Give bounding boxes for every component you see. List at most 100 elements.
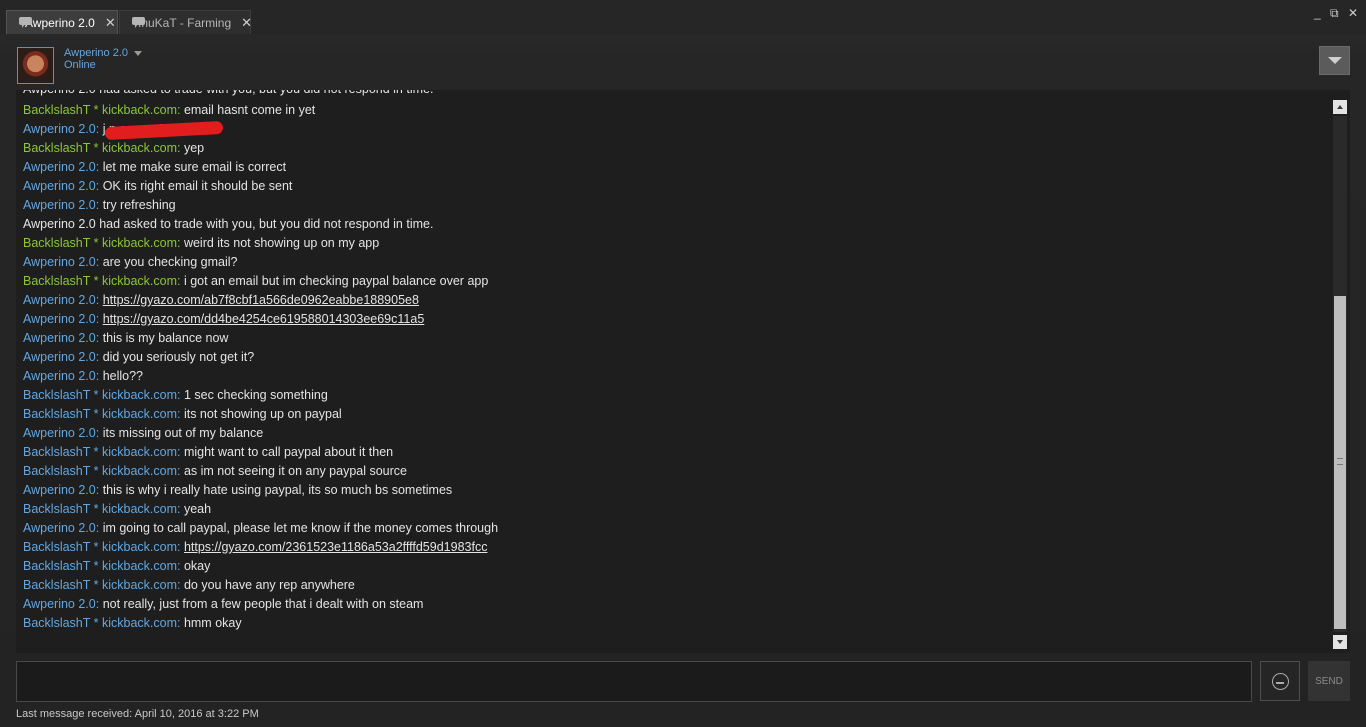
chat-message: Awperino 2.0: this is my balance now bbox=[23, 329, 228, 348]
message-text: do you have any rep anywhere bbox=[180, 578, 355, 592]
sender-name[interactable]: Awperino 2.0: bbox=[23, 426, 99, 440]
sender-name-suffix[interactable]: kickback.com: bbox=[102, 103, 181, 117]
sender-name[interactable]: Awperino 2.0: bbox=[23, 293, 99, 307]
chat-message: Awperino 2.0: im going to call paypal, p… bbox=[23, 519, 498, 538]
message-text: as im not seeing it on any paypal source bbox=[180, 464, 407, 478]
sender-name[interactable]: BacklslashT * bbox=[23, 388, 102, 402]
sender-name[interactable]: BacklslashT * bbox=[23, 540, 102, 554]
chat-message: Awperino 2.0: OK its right email it shou… bbox=[23, 177, 292, 196]
tab-awperino[interactable]: Awperino 2.0 ✕ bbox=[6, 10, 118, 34]
persona-name-label: Awperino 2.0 bbox=[64, 47, 129, 59]
sender-name[interactable]: Awperino 2.0: bbox=[23, 179, 99, 193]
sender-name[interactable]: BacklslashT * bbox=[23, 141, 102, 155]
chat-message: BacklslashT * kickback.com: as im not se… bbox=[23, 462, 407, 481]
last-message-timestamp: Last message received: April 10, 2016 at… bbox=[16, 708, 259, 720]
sender-name-suffix[interactable]: kickback.com: bbox=[102, 407, 181, 421]
chevron-down-icon bbox=[1327, 57, 1342, 64]
sender-name[interactable]: Awperino 2.0: bbox=[23, 312, 99, 326]
sender-name[interactable]: BacklslashT * bbox=[23, 559, 102, 573]
sender-name[interactable]: Awperino 2.0: bbox=[23, 369, 99, 383]
sender-name-suffix[interactable]: kickback.com: bbox=[102, 388, 181, 402]
sender-name-suffix[interactable]: kickback.com: bbox=[102, 578, 181, 592]
message-text: email hasnt come in yet bbox=[180, 103, 316, 117]
chevron-down-icon[interactable] bbox=[134, 50, 143, 56]
message-text: its missing out of my balance bbox=[99, 426, 264, 440]
sender-name[interactable]: BacklslashT * bbox=[23, 236, 102, 250]
message-text: try refreshing bbox=[99, 198, 176, 212]
chat-message: Awperino 2.0: try refreshing bbox=[23, 196, 176, 215]
sender-name[interactable]: BacklslashT * bbox=[23, 578, 102, 592]
message-text: did you seriously not get it? bbox=[99, 350, 255, 364]
scroll-down-button[interactable] bbox=[1333, 635, 1347, 649]
scroll-thumb[interactable] bbox=[1334, 296, 1346, 629]
chat-message: BacklslashT * kickback.com: yeah bbox=[23, 500, 211, 519]
sender-name[interactable]: Awperino 2.0: bbox=[23, 160, 99, 174]
message-input[interactable] bbox=[16, 661, 1252, 702]
tab-inukat[interactable]: InuKaT - Farming ✕ bbox=[119, 10, 252, 34]
sender-name[interactable]: BacklslashT * bbox=[23, 464, 102, 478]
message-text: this is why i really hate using paypal, … bbox=[99, 483, 453, 497]
scroll-up-button[interactable] bbox=[1333, 100, 1347, 114]
sender-name[interactable]: BacklslashT * bbox=[23, 103, 102, 117]
minimize-icon[interactable]: _ bbox=[1314, 6, 1321, 20]
chat-message: Awperino 2.0: https://gyazo.com/dd4be425… bbox=[23, 310, 424, 329]
sender-name-suffix[interactable]: kickback.com: bbox=[102, 502, 181, 516]
arrow-up-icon bbox=[1337, 105, 1343, 109]
chat-message: BacklslashT * kickback.com: its not show… bbox=[23, 405, 342, 424]
close-window-icon[interactable]: ✕ bbox=[1348, 6, 1358, 20]
chat-log[interactable]: Awperino 2.0 had asked to trade with you… bbox=[16, 90, 1350, 653]
sender-name[interactable]: Awperino 2.0: bbox=[23, 350, 99, 364]
chat-message: Awperino 2.0: not really, just from a fe… bbox=[23, 595, 423, 614]
sender-name[interactable]: Awperino 2.0: bbox=[23, 597, 99, 611]
system-message: Awperino 2.0 had asked to trade with you… bbox=[23, 217, 434, 231]
restore-icon[interactable]: ⧉ bbox=[1330, 6, 1339, 21]
message-text: let me make sure email is correct bbox=[99, 160, 287, 174]
sender-name[interactable]: Awperino 2.0: bbox=[23, 331, 99, 345]
emoticon-button[interactable] bbox=[1260, 661, 1300, 701]
message-text: might want to call paypal about it then bbox=[180, 445, 394, 459]
sender-name-suffix[interactable]: kickback.com: bbox=[102, 559, 181, 573]
chat-message: Awperino 2.0: are you checking gmail? bbox=[23, 253, 238, 272]
chat-header: Awperino 2.0 Online bbox=[0, 34, 1366, 90]
sender-name[interactable]: BacklslashT * bbox=[23, 616, 102, 630]
scrollbar[interactable] bbox=[1333, 100, 1347, 649]
sender-name-suffix[interactable]: kickback.com: bbox=[102, 236, 181, 250]
sender-name[interactable]: BacklslashT * bbox=[23, 274, 102, 288]
message-text: are you checking gmail? bbox=[99, 255, 238, 269]
persona-name[interactable]: Awperino 2.0 bbox=[64, 47, 143, 59]
sender-name[interactable]: Awperino 2.0: bbox=[23, 122, 99, 136]
sender-name[interactable]: BacklslashT * bbox=[23, 445, 102, 459]
message-text: this is my balance now bbox=[99, 331, 229, 345]
chat-message: BacklslashT * kickback.com: might want t… bbox=[23, 443, 393, 462]
sender-name[interactable]: Awperino 2.0: bbox=[23, 483, 99, 497]
send-button[interactable]: SEND bbox=[1308, 661, 1350, 701]
chat-message: Awperino 2.0: hello?? bbox=[23, 367, 143, 386]
sender-name-suffix[interactable]: kickback.com: bbox=[102, 445, 181, 459]
tab-label: Awperino 2.0 bbox=[25, 15, 95, 30]
close-tab-icon[interactable]: ✕ bbox=[105, 15, 116, 31]
message-link[interactable]: https://gyazo.com/ab7f8cbf1a566de0962eab… bbox=[103, 293, 419, 307]
chat-message: BacklslashT * kickback.com: 1 sec checki… bbox=[23, 386, 328, 405]
sender-name[interactable]: Awperino 2.0: bbox=[23, 521, 99, 535]
message-link[interactable]: https://gyazo.com/2361523e1186a53a2ffffd… bbox=[184, 540, 488, 554]
message-link[interactable]: https://gyazo.com/dd4be4254ce61958801430… bbox=[103, 312, 425, 326]
sender-name-suffix[interactable]: kickback.com: bbox=[102, 464, 181, 478]
close-tab-icon[interactable]: ✕ bbox=[241, 15, 252, 31]
sender-name[interactable]: BacklslashT * bbox=[23, 502, 102, 516]
message-text: yep bbox=[180, 141, 205, 155]
chat-options-button[interactable] bbox=[1319, 46, 1350, 75]
sender-name[interactable]: Awperino 2.0: bbox=[23, 255, 99, 269]
sender-name-suffix[interactable]: kickback.com: bbox=[102, 141, 181, 155]
message-text: im going to call paypal, please let me k… bbox=[99, 521, 499, 535]
sender-name-suffix[interactable]: kickback.com: bbox=[102, 274, 181, 288]
sender-name-suffix[interactable]: kickback.com: bbox=[102, 540, 181, 554]
scroll-track[interactable] bbox=[1333, 116, 1347, 632]
sender-name[interactable]: Awperino 2.0: bbox=[23, 198, 99, 212]
avatar[interactable] bbox=[17, 47, 54, 84]
chat-message: BacklslashT * kickback.com: i got an ema… bbox=[23, 272, 488, 291]
sender-name-suffix[interactable]: kickback.com: bbox=[102, 616, 181, 630]
smiley-icon bbox=[1272, 673, 1289, 690]
message-text: its not showing up on paypal bbox=[180, 407, 342, 421]
sender-name[interactable]: BacklslashT * bbox=[23, 407, 102, 421]
message-text: 1 sec checking something bbox=[180, 388, 328, 402]
